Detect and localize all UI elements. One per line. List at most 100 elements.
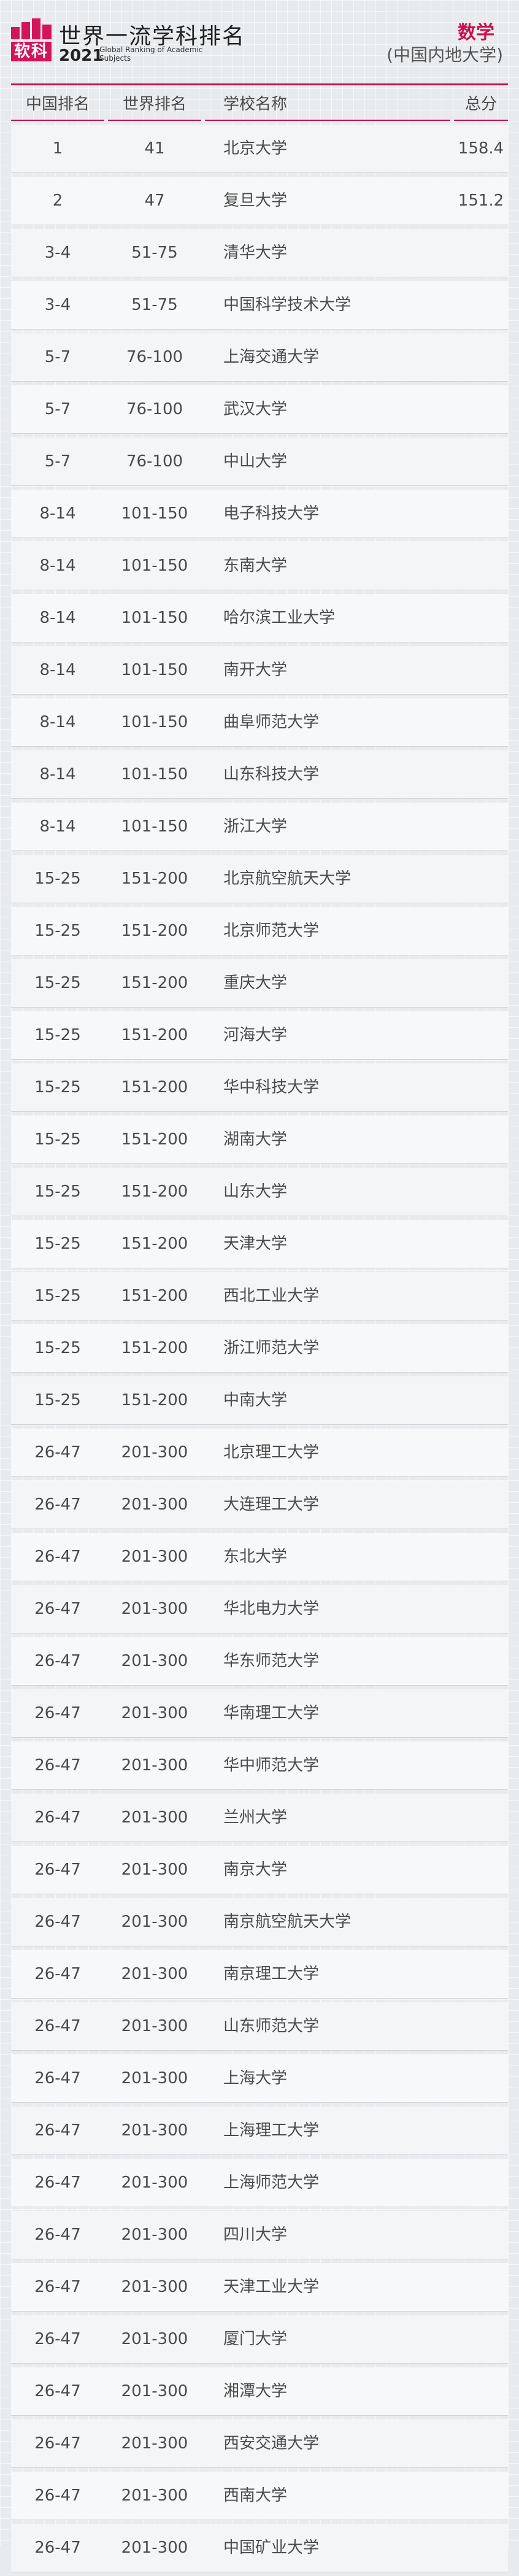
table-row: 3-4 51-75 清华大学 [11, 229, 508, 277]
world-rank-cell: 201-300 [121, 2486, 188, 2505]
total-score-cell [454, 2054, 508, 2102]
table-row: 26-47 201-300 华南理工大学 [11, 1689, 508, 1738]
world-rank-cell: 201-300 [121, 2434, 188, 2453]
total-score-cell [454, 1533, 508, 1581]
school-name-cell: 清华大学 [223, 244, 288, 262]
china-rank-cell: 8-14 [39, 817, 76, 836]
header-divider [11, 83, 508, 85]
china-rank-cell: 15-25 [34, 1287, 81, 1305]
total-score-cell [454, 1898, 508, 1946]
table-row: 26-47 201-300 南京理工大学 [11, 1950, 508, 1999]
school-name-cell: 天津工业大学 [223, 2278, 320, 2296]
school-name-cell: 曲阜师范大学 [223, 713, 320, 731]
world-rank-cell: 151-200 [121, 1078, 188, 1097]
china-rank-cell: 8-14 [39, 765, 76, 784]
logo-wordmark: 软科 [11, 42, 52, 61]
table-row: 26-47 201-300 四川大学 [11, 2211, 508, 2259]
china-rank-cell: 26-47 [34, 1443, 81, 1462]
school-name-cell: 中山大学 [223, 452, 288, 471]
school-name-cell: 华南理工大学 [223, 1704, 320, 1722]
table-row: 15-25 151-200 北京师范大学 [11, 907, 508, 955]
table-row: 8-14 101-150 浙江大学 [11, 803, 508, 851]
world-rank-cell: 101-150 [121, 661, 188, 679]
table-row: 5-7 76-100 武汉大学 [11, 385, 508, 434]
world-rank-cell: 101-150 [121, 713, 188, 731]
brand-english-name: Global Ranking of Academic Subjects [99, 45, 203, 63]
total-score-cell [454, 1116, 508, 1163]
school-name-cell: 上海大学 [223, 2069, 288, 2088]
world-rank-cell: 76-100 [126, 400, 183, 418]
school-name-cell: 湖南大学 [223, 1130, 288, 1149]
brand-year: 2021 [59, 47, 104, 65]
school-name-cell: 北京师范大学 [223, 922, 320, 940]
school-name-cell: 南开大学 [223, 661, 288, 679]
table-row: 15-25 151-200 天津大学 [11, 1220, 508, 1268]
school-name-cell: 中国矿业大学 [223, 2539, 320, 2557]
table-row: 15-25 151-200 华中科技大学 [11, 1063, 508, 1112]
school-name-cell: 南京航空航天大学 [223, 1913, 352, 1931]
world-rank-cell: 151-200 [121, 1391, 188, 1409]
school-name-cell: 上海师范大学 [223, 2173, 320, 2192]
world-rank-cell: 201-300 [121, 2539, 188, 2557]
world-rank-cell: 151-200 [121, 1339, 188, 1357]
table-row: 26-47 201-300 东北大学 [11, 1533, 508, 1581]
china-rank-cell: 5-7 [44, 348, 71, 366]
table-row: 26-47 201-300 上海理工大学 [11, 2107, 508, 2155]
china-rank-cell: 26-47 [34, 2226, 81, 2244]
school-name-cell: 华中师范大学 [223, 1756, 320, 1775]
total-score-cell: 158.4 [458, 139, 504, 158]
table-row: 8-14 101-150 电子科技大学 [11, 490, 508, 538]
total-score-cell [454, 594, 508, 642]
school-name-cell: 南京大学 [223, 1861, 288, 1879]
table-row: 26-47 201-300 上海师范大学 [11, 2159, 508, 2207]
world-rank-cell: 151-200 [121, 870, 188, 888]
china-rank-cell: 26-47 [34, 1704, 81, 1722]
total-score-cell [454, 2315, 508, 2363]
subject-title: 数学 [458, 22, 494, 44]
total-score-cell [454, 1272, 508, 1320]
school-name-cell: 华中科技大学 [223, 1078, 320, 1097]
china-rank-cell: 26-47 [34, 1965, 81, 1983]
world-rank-cell: 201-300 [121, 1600, 188, 1618]
total-score-cell [454, 1950, 508, 1998]
china-rank-cell: 26-47 [34, 1600, 81, 1618]
total-score-cell [454, 1637, 508, 1685]
china-rank-cell: 3-4 [44, 244, 71, 262]
total-score-cell [454, 750, 508, 798]
school-name-cell: 北京航空航天大学 [223, 870, 352, 888]
school-name-cell: 武汉大学 [223, 400, 288, 418]
table-row: 26-47 201-300 天津工业大学 [11, 2263, 508, 2312]
china-rank-cell: 26-47 [34, 1756, 81, 1775]
school-name-cell: 山东大学 [223, 1182, 288, 1201]
column-header-total: 总分 [454, 89, 508, 121]
china-rank-cell: 26-47 [34, 2382, 81, 2401]
table-row: 15-25 151-200 河海大学 [11, 1011, 508, 1060]
total-score-cell [454, 1794, 508, 1841]
china-rank-cell: 5-7 [44, 452, 71, 471]
total-score-cell [454, 1168, 508, 1216]
total-score-cell [454, 281, 508, 329]
column-header-school: 学校名称 [205, 89, 450, 121]
china-rank-cell: 26-47 [34, 2278, 81, 2296]
table-row: 15-25 151-200 北京航空航天大学 [11, 855, 508, 903]
total-score-cell [454, 1220, 508, 1268]
china-rank-cell: 8-14 [39, 713, 76, 731]
total-score-cell [454, 438, 508, 485]
school-name-cell: 华北电力大学 [223, 1600, 320, 1618]
total-score-cell: 151.2 [458, 191, 504, 210]
table-row: 15-25 151-200 湖南大学 [11, 1116, 508, 1164]
world-rank-cell: 101-150 [121, 765, 188, 784]
school-name-cell: 河海大学 [223, 1026, 288, 1044]
world-rank-cell: 51-75 [131, 296, 178, 314]
table-row: 8-14 101-150 东南大学 [11, 542, 508, 590]
total-score-cell [454, 1324, 508, 1372]
china-rank-cell: 2 [52, 191, 63, 210]
world-rank-cell: 76-100 [126, 348, 183, 366]
world-rank-cell: 101-150 [121, 557, 188, 575]
total-score-cell [454, 2107, 508, 2154]
table-row: 3-4 51-75 中国科学技术大学 [11, 281, 508, 330]
school-name-cell: 上海交通大学 [223, 348, 320, 366]
world-rank-cell: 151-200 [121, 922, 188, 940]
school-name-cell: 哈尔滨工业大学 [223, 609, 336, 627]
china-rank-cell: 15-25 [34, 1391, 81, 1409]
